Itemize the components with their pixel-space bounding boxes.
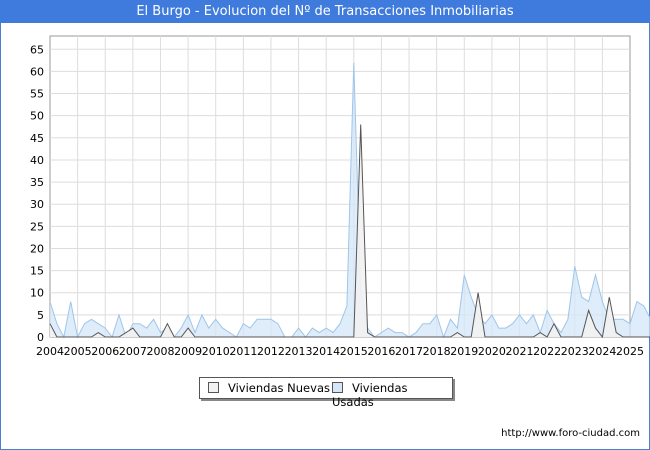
y-tick-label: 20 (30, 242, 44, 255)
x-tick-label: 2014 (312, 345, 340, 358)
x-tick-label: 2004 (36, 345, 64, 358)
x-tick-label: 2008 (146, 345, 174, 358)
x-tick-label: 2019 (450, 345, 478, 358)
x-tick-label: 2021 (506, 345, 534, 358)
y-tick-label: 25 (30, 220, 44, 233)
y-tick-label: 0 (37, 331, 44, 344)
y-tick-label: 40 (30, 154, 44, 167)
x-tick-label: 2017 (395, 345, 423, 358)
y-tick-label: 60 (30, 65, 44, 78)
x-tick-label: 2020 (478, 345, 506, 358)
y-tick-label: 45 (30, 132, 44, 145)
legend-label-nuevas: Viviendas Nuevas (228, 381, 330, 395)
x-tick-label: 2010 (202, 345, 230, 358)
legend-item-usadas: Viviendas Usadas (332, 381, 452, 409)
legend: Viviendas Nuevas Viviendas Usadas (199, 377, 453, 409)
y-tick-label: 35 (30, 176, 44, 189)
x-tick-label: 2013 (285, 345, 313, 358)
legend-swatch-usadas (332, 382, 343, 393)
y-tick-label: 30 (30, 198, 44, 211)
y-tick-label: 5 (37, 309, 44, 322)
y-tick-label: 65 (30, 43, 44, 56)
y-tick-label: 50 (30, 110, 44, 123)
x-axis: 2004 2005 2006 2007 2008 2009 2010 2011 2012 2013… (36, 345, 644, 358)
x-tick-label: 2023 (561, 345, 589, 358)
x-tick-label: 2022 (533, 345, 561, 358)
y-tick-label: 10 (30, 287, 44, 300)
y-tick-label: 55 (30, 88, 44, 101)
x-tick-label: 2007 (119, 345, 147, 358)
x-tick-label: 2012 (257, 345, 285, 358)
x-tick-label: 2018 (423, 345, 451, 358)
x-tick-label: 2011 (229, 345, 257, 358)
x-tick-label: 2009 (174, 345, 202, 358)
x-tick-label: 2025 (616, 345, 644, 358)
legend-swatch-nuevas (208, 382, 219, 393)
x-tick-label: 2024 (588, 345, 616, 358)
y-axis: 0 5 10 15 20 25 30 35 40 45 50 55 60 65 (30, 43, 44, 344)
y-tick-label: 15 (30, 265, 44, 278)
source-url: http://www.foro-ciudad.com (501, 428, 640, 439)
x-tick-label: 2005 (64, 345, 92, 358)
x-tick-label: 2015 (340, 345, 368, 358)
plot-area (49, 35, 631, 338)
x-tick-label: 2016 (367, 345, 395, 358)
x-tick-label: 2006 (91, 345, 119, 358)
legend-item-nuevas: Viviendas Nuevas (208, 381, 330, 395)
